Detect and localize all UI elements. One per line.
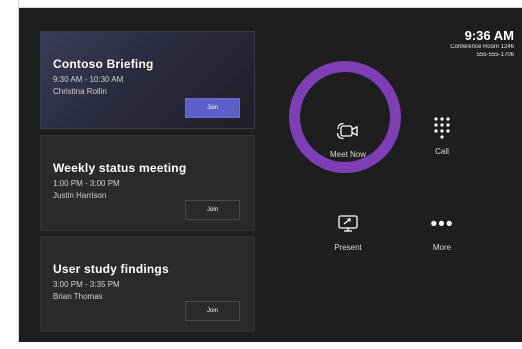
meet-now-label: Meet Now xyxy=(329,150,366,159)
current-time: 9:36 AM xyxy=(464,28,514,43)
meeting-title: Contoso Briefing xyxy=(53,57,154,71)
join-button[interactable]: Join xyxy=(185,98,240,118)
dialpad-icon xyxy=(407,114,477,142)
room-phone: 555-555-1706 xyxy=(476,52,514,58)
meeting-organizer: Justin Harrison xyxy=(53,191,107,200)
meeting-title: User study findings xyxy=(53,262,169,276)
join-button[interactable]: Join xyxy=(185,301,240,321)
more-label: More xyxy=(432,243,452,252)
meeting-time: 9:30 AM - 10:30 AM xyxy=(53,75,124,84)
present-screen-icon xyxy=(313,210,383,238)
left-border xyxy=(0,0,19,342)
meeting-organizer: Christina Rollin xyxy=(53,87,107,96)
meeting-time: 3:00 PM - 3:35 PM xyxy=(53,280,120,289)
clock-panel: 9:36 AM Conference Room 1246 555-555-170… xyxy=(450,28,514,59)
meeting-card-weekly-status[interactable]: Weekly status meeting 1:00 PM - 3:00 PM … xyxy=(40,135,255,231)
room-name: Conference Room 1246 xyxy=(450,44,514,50)
meeting-title: Weekly status meeting xyxy=(53,161,187,175)
meet-now-button[interactable]: Meet Now xyxy=(313,117,383,159)
meeting-card-contoso-briefing[interactable]: Contoso Briefing 9:30 AM - 10:30 AM Chri… xyxy=(40,31,255,129)
top-border xyxy=(0,0,522,8)
call-button[interactable]: Call xyxy=(407,114,477,156)
join-button[interactable]: Join xyxy=(185,200,240,220)
present-label: Present xyxy=(334,243,362,252)
present-button[interactable]: Present xyxy=(313,210,383,252)
more-button[interactable]: ••• More xyxy=(407,210,477,253)
meeting-card-user-study[interactable]: User study findings 3:00 PM - 3:35 PM Br… xyxy=(40,236,255,332)
more-icon: ••• xyxy=(430,213,454,235)
teams-room-screen: 9:36 AM Conference Room 1246 555-555-170… xyxy=(19,8,522,342)
meeting-organizer: Brian Thomas xyxy=(53,292,103,301)
meeting-time: 1:00 PM - 3:00 PM xyxy=(53,179,120,188)
video-camera-icon xyxy=(313,117,383,145)
device-frame: 9:36 AM Conference Room 1246 555-555-170… xyxy=(0,0,522,349)
call-label: Call xyxy=(435,147,449,156)
